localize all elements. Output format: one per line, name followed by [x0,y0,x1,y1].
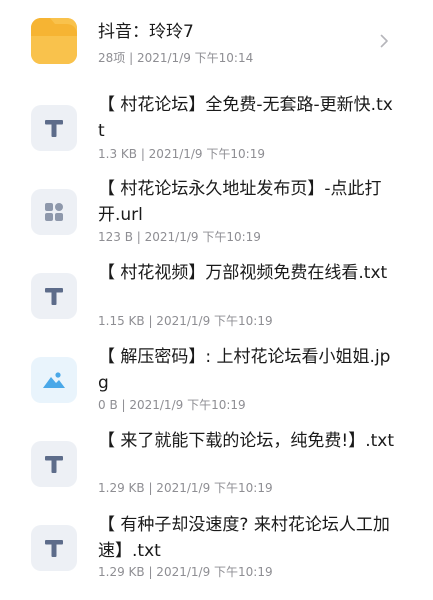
file-meta: 1.29 KB | 2021/1/9 下午10:19 [98,565,273,579]
file-meta: 1.15 KB | 2021/1/9 下午10:19 [98,314,273,328]
file-meta: 1.3 KB | 2021/1/9 下午10:19 [98,147,265,161]
text-file-icon [31,525,77,571]
file-meta: 0 B | 2021/1/9 下午10:19 [98,398,246,412]
file-title: 【 解压密码】: 上村花论坛看小姐姐.jpg [98,347,391,393]
file-list: 抖音：玲玲7 28项 | 2021/1/9 下午10:14 【 村花论坛】全免费… [0,0,433,600]
folder-row[interactable]: 抖音：玲玲7 28项 | 2021/1/9 下午10:14 [0,0,433,80]
file-row[interactable]: 【 解压密码】: 上村花论坛看小姐姐.jpg 0 B | 2021/1/9 下午… [0,342,433,422]
text-file-icon [31,441,77,487]
text-file-icon [31,273,77,319]
file-meta: 123 B | 2021/1/9 下午10:19 [98,230,261,244]
chevron-right-icon[interactable] [380,34,389,48]
link-file-icon [31,189,77,235]
text-file-icon [31,105,77,151]
file-row[interactable]: 【 村花论坛永久地址发布页】-点此打开.url 123 B | 2021/1/9… [0,174,433,254]
file-title: 【 村花视频】万部视频免费在线看.txt [98,263,388,283]
file-row[interactable]: 【 来了就能下载的论坛，纯免费!】.txt 1.29 KB | 2021/1/9… [0,426,433,506]
folder-meta: 28项 | 2021/1/9 下午10:14 [98,51,254,65]
file-title: 【 有种子却没速度? 来村花论坛人工加速】.txt [98,515,390,561]
file-title: 【 村花论坛】全免费-无套路-更新快.txt [98,95,393,141]
file-row[interactable]: 【 村花论坛】全免费-无套路-更新快.txt 1.3 KB | 2021/1/9… [0,90,433,170]
file-title: 【 来了就能下载的论坛，纯免费!】.txt [98,431,395,451]
file-title: 【 村花论坛永久地址发布页】-点此打开.url [98,179,382,225]
file-row[interactable]: 【 有种子却没速度? 来村花论坛人工加速】.txt 1.29 KB | 2021… [0,510,433,590]
folder-title: 抖音：玲玲7 [98,22,194,42]
file-meta: 1.29 KB | 2021/1/9 下午10:19 [98,481,273,495]
image-file-icon [31,357,77,403]
file-row[interactable]: 【 村花视频】万部视频免费在线看.txt 1.15 KB | 2021/1/9 … [0,258,433,338]
folder-icon [31,18,77,64]
